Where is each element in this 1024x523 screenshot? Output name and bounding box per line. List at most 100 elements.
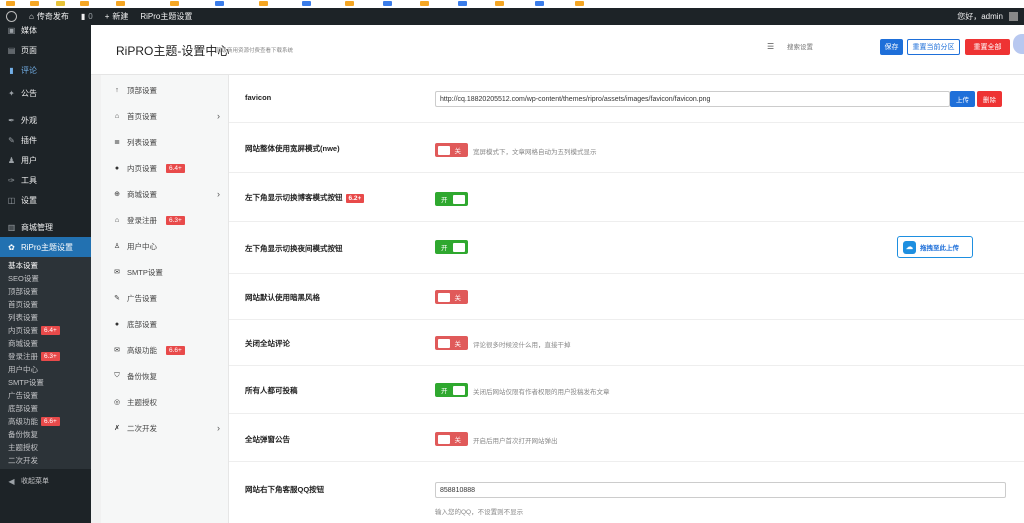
- section-nav-item[interactable]: ✉ 高级功能 6.6+: [101, 337, 228, 363]
- pin-icon: ✦: [8, 88, 15, 98]
- popup-notice-toggle[interactable]: 关: [435, 432, 468, 446]
- toggle-knob: [453, 242, 465, 252]
- section-icon: ⛉: [114, 372, 120, 379]
- wordpress-logo-icon: [6, 11, 17, 22]
- menu-appearance[interactable]: ✒ 外观: [0, 110, 91, 130]
- toggle-knob: [453, 385, 465, 395]
- section-icon: ⌂: [114, 216, 120, 224]
- night-mode-toggle[interactable]: 开: [435, 240, 468, 254]
- section-nav-item[interactable]: ⌂ 首页设置 ›: [101, 103, 228, 129]
- setting-wide-mode: 网站整体使用宽屏模式(nwe) 关 宽屏模式下，文章网格自动为五列模式显示: [229, 123, 1024, 173]
- submenu-item[interactable]: 广告设置: [0, 389, 91, 402]
- search-input[interactable]: [783, 38, 871, 56]
- setting-blog-toggle: 左下角显示切换博客模式按钮 6.2+ 开: [229, 173, 1024, 222]
- upload-button[interactable]: 上传: [950, 91, 975, 107]
- setting-all-can-post: 所有人都可投稿 开 关闭后网站仅限有作者权限的用户投稿发布文章: [229, 366, 1024, 414]
- account-menu[interactable]: 您好，admin: [951, 8, 1024, 25]
- version-badge: 6.6+: [41, 417, 60, 426]
- menu-announcements[interactable]: ✦ 公告: [0, 83, 91, 103]
- reset-section-button[interactable]: 重置当前分区: [907, 39, 960, 55]
- section-icon: ✉: [114, 269, 120, 276]
- favicon-url-input[interactable]: http://cq.18820205512.com/wp-content/the…: [435, 91, 950, 107]
- submenu-item[interactable]: 底部设置: [0, 402, 91, 415]
- menu-settings[interactable]: ◫ 设置: [0, 190, 91, 210]
- setting-label: 网站整体使用宽屏模式(nwe): [245, 144, 340, 153]
- section-nav-item[interactable]: ● 内页设置 6.4+: [101, 155, 228, 181]
- toggle-knob: [453, 194, 465, 204]
- submenu-item[interactable]: 二次开发: [0, 454, 91, 467]
- settings-icon: ◫: [7, 195, 16, 205]
- submenu-item[interactable]: 主题授权: [0, 441, 91, 454]
- submenu-item[interactable]: 列表设置: [0, 311, 91, 324]
- submenu-item[interactable]: 顶部设置: [0, 285, 91, 298]
- section-nav-item[interactable]: ≣ 列表设置: [101, 129, 228, 155]
- section-icon: ✗: [114, 425, 120, 432]
- theme-settings-link[interactable]: RiPro主题设置: [134, 8, 198, 25]
- menu-shop[interactable]: ▥ 商城管理: [0, 217, 91, 237]
- reset-all-button[interactable]: 重置全部: [965, 39, 1010, 55]
- chevron-right-icon: ›: [217, 189, 220, 199]
- version-badge: 6.3+: [166, 215, 185, 225]
- list-icon: ☰: [767, 42, 775, 51]
- menu-comments[interactable]: ▮ 评论: [0, 60, 91, 80]
- translate-icon[interactable]: [1013, 34, 1024, 54]
- section-nav-item[interactable]: ⊕ 商城设置 ›: [101, 181, 228, 207]
- settings-header: RiPRO主题-设置中心 顶级商用资源付费查看下载系统 ☰ 保存 重置当前分区 …: [91, 25, 1024, 75]
- section-nav-item[interactable]: ♙ 用户中心: [101, 233, 228, 259]
- setting-dark-default: 网站默认使用暗黑风格 关: [229, 274, 1024, 320]
- comments-link[interactable]: ▮ 0: [75, 8, 99, 25]
- submenu-item[interactable]: 首页设置: [0, 298, 91, 311]
- submenu-item[interactable]: 登录注册 6.3+: [0, 350, 91, 363]
- collapse-menu-button[interactable]: ◀ 收起菜单: [0, 471, 91, 491]
- menu-users[interactable]: ♟ 用户: [0, 150, 91, 170]
- setting-hint: 关闭后网站仅限有作者权限的用户投稿发布文章: [473, 389, 610, 396]
- dark-default-toggle[interactable]: 关: [435, 290, 468, 304]
- avatar: [1009, 12, 1018, 21]
- setting-label: 关闭全站评论: [245, 339, 290, 348]
- submenu-item[interactable]: 备份恢复: [0, 428, 91, 441]
- menu-tools[interactable]: ✑ 工具: [0, 170, 91, 190]
- section-icon: ♙: [113, 243, 121, 250]
- all-can-post-toggle[interactable]: 开: [435, 383, 468, 397]
- close-comments-toggle[interactable]: 关: [435, 336, 468, 350]
- submenu-item[interactable]: SEO设置: [0, 272, 91, 285]
- submenu-item[interactable]: 高级功能 6.6+: [0, 415, 91, 428]
- version-badge: 6.2+: [345, 194, 365, 203]
- comment-icon: ▮: [80, 12, 86, 21]
- section-nav-item[interactable]: ● 底部设置: [101, 311, 228, 337]
- menu-media[interactable]: ▣ 媒体: [0, 25, 91, 35]
- new-content-link[interactable]: + 新建: [99, 8, 135, 25]
- qq-number-input[interactable]: 858810888: [435, 482, 1006, 498]
- section-nav-item[interactable]: ↑ 顶部设置: [101, 77, 228, 103]
- save-button[interactable]: 保存: [880, 39, 903, 55]
- wide-mode-toggle[interactable]: 关: [435, 143, 468, 157]
- home-icon: ⌂: [29, 12, 34, 21]
- submenu-item[interactable]: 用户中心: [0, 363, 91, 376]
- section-nav-item[interactable]: ◎ 主题授权: [101, 389, 228, 415]
- drag-upload-pill[interactable]: ☁ 拖拽至此上传: [897, 236, 973, 258]
- setting-label: favicon: [245, 93, 272, 102]
- menu-ripro-settings[interactable]: ✿ RiPro主题设置: [0, 237, 91, 257]
- delete-button[interactable]: 删除: [977, 91, 1002, 107]
- section-nav-item[interactable]: ✗ 二次开发 ›: [101, 415, 228, 441]
- menu-pages[interactable]: ▤ 页面: [0, 40, 91, 60]
- section-nav-item[interactable]: ⛉ 备份恢复: [101, 363, 228, 389]
- submenu-item[interactable]: SMTP设置: [0, 376, 91, 389]
- section-nav-item[interactable]: ✉ SMTP设置: [101, 259, 228, 285]
- version-badge: 6.4+: [166, 163, 185, 173]
- wp-logo-menu[interactable]: [0, 8, 23, 25]
- setting-label: 左下角显示切换夜间模式按钮: [245, 244, 343, 253]
- site-name-link[interactable]: ⌂ 传奇发布: [23, 8, 75, 25]
- section-nav-item[interactable]: ⌂ 登录注册 6.3+: [101, 207, 228, 233]
- plugin-icon: ✎: [8, 135, 15, 145]
- setting-favicon: favicon http://cq.18820205512.com/wp-con…: [229, 75, 1024, 123]
- submenu-item[interactable]: 商城设置: [0, 337, 91, 350]
- section-nav-item[interactable]: ✎ 广告设置: [101, 285, 228, 311]
- blog-mode-toggle[interactable]: 开: [435, 192, 468, 206]
- menu-plugins[interactable]: ✎ 插件: [0, 130, 91, 150]
- section-icon: ●: [114, 164, 120, 172]
- setting-close-comments: 关闭全站评论 关 评论很多时候没什么用，直接干掉: [229, 320, 1024, 366]
- submenu-item[interactable]: 基本设置: [0, 259, 91, 272]
- submenu-item[interactable]: 内页设置 6.4+: [0, 324, 91, 337]
- version-badge: 6.6+: [166, 345, 185, 355]
